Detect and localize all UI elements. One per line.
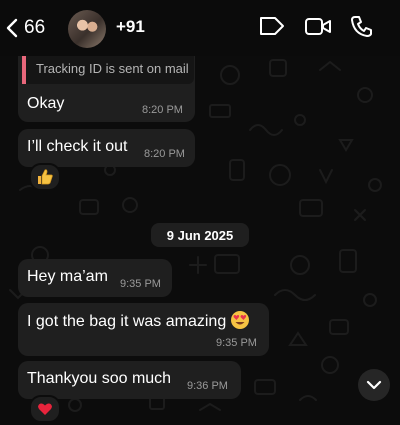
message-time: 9:35 PM bbox=[120, 278, 161, 290]
message-bubble[interactable]: I got the bag it was amazing 9:35 PM bbox=[18, 303, 269, 356]
message-text: Okay bbox=[27, 95, 65, 112]
contact-avatar[interactable] bbox=[68, 10, 106, 48]
thumbs-up-icon bbox=[38, 169, 53, 185]
message-bubble[interactable]: I’ll check it out 8:20 PM bbox=[18, 129, 195, 167]
message-text-content: I got the bag it was amazing bbox=[27, 313, 227, 330]
back-button[interactable]: 66 bbox=[6, 12, 45, 44]
chevron-left-icon bbox=[6, 18, 18, 38]
date-separator: 9 Jun 2025 bbox=[151, 223, 249, 247]
message-text: Hey ma’am bbox=[27, 268, 108, 285]
message-time: 8:20 PM bbox=[142, 104, 183, 116]
reply-quote-text: Tracking ID is sent on mail bbox=[36, 61, 189, 76]
message-text: I’ll check it out bbox=[27, 138, 128, 155]
message-time: 9:36 PM bbox=[187, 380, 228, 392]
reaction-badge[interactable] bbox=[29, 395, 61, 423]
message-time: 8:20 PM bbox=[144, 148, 185, 160]
phone-icon[interactable] bbox=[350, 14, 372, 38]
message-time: 9:35 PM bbox=[216, 337, 257, 349]
chat-header: 66 +91 bbox=[0, 0, 400, 56]
heart-eyes-emoji-icon bbox=[231, 311, 250, 329]
message-text: Thankyou soo much bbox=[27, 370, 172, 387]
chevron-down-icon bbox=[366, 380, 382, 390]
unread-count: 66 bbox=[24, 17, 46, 38]
contact-name[interactable]: +91 bbox=[116, 17, 145, 37]
video-camera-icon[interactable] bbox=[304, 16, 332, 38]
message-bubble[interactable]: Thankyou soo much 9:36 PM bbox=[18, 361, 241, 399]
reaction-badge[interactable] bbox=[29, 163, 61, 191]
message-text: I got the bag it was amazing bbox=[27, 310, 250, 332]
message-list[interactable]: Tracking ID is sent on mail Okay 8:20 PM… bbox=[0, 0, 400, 425]
red-heart-icon bbox=[38, 403, 52, 415]
scroll-to-bottom-button[interactable] bbox=[358, 369, 390, 401]
tag-icon[interactable] bbox=[258, 14, 286, 38]
message-bubble[interactable]: Hey ma’am 9:35 PM bbox=[18, 259, 172, 297]
